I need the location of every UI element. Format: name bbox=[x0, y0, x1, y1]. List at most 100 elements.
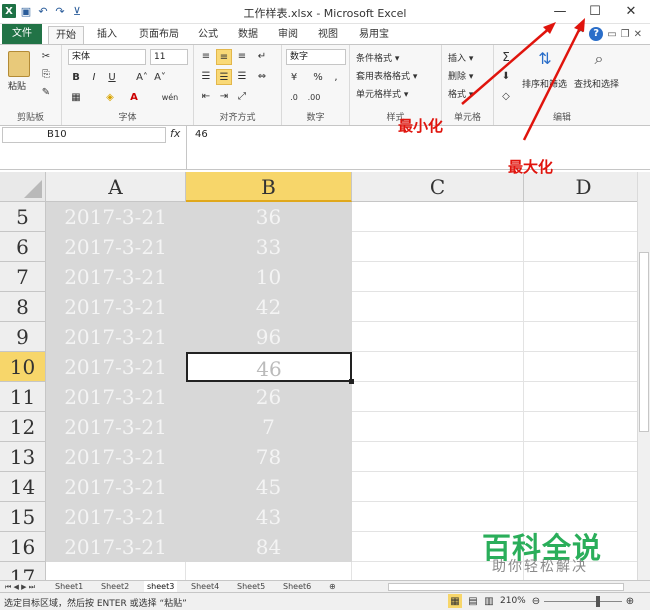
cell-c[interactable] bbox=[352, 232, 524, 262]
close-button[interactable]: ✕ bbox=[617, 3, 645, 21]
cell-c[interactable] bbox=[352, 442, 524, 472]
tab-file[interactable]: 文件 bbox=[2, 24, 42, 44]
cell-a[interactable]: 2017-3-21 bbox=[46, 382, 186, 412]
cell-d[interactable] bbox=[524, 352, 637, 382]
cell-c[interactable] bbox=[352, 472, 524, 502]
delete-button[interactable]: 删除 ▾ bbox=[448, 69, 473, 82]
increase-decimal-icon[interactable]: .0 bbox=[286, 90, 302, 106]
normal-view-icon[interactable]: ▦ bbox=[448, 594, 462, 608]
cell-b[interactable]: 84 bbox=[186, 532, 352, 562]
zoom-slider[interactable] bbox=[544, 601, 622, 602]
page-layout-view-icon[interactable]: ▤ bbox=[466, 594, 480, 608]
column-header-b[interactable]: B bbox=[186, 172, 352, 202]
font-name-select[interactable]: 宋体 bbox=[68, 49, 146, 65]
font-size-select[interactable]: 11 bbox=[150, 49, 188, 65]
vertical-scrollbar[interactable] bbox=[637, 172, 650, 580]
tab-home[interactable]: 开始 bbox=[48, 26, 84, 45]
align-right-icon[interactable]: ☰ bbox=[234, 69, 250, 85]
row-header[interactable]: 5 bbox=[0, 202, 46, 232]
fill-icon[interactable]: ⬇ bbox=[498, 69, 514, 85]
paste-button[interactable]: 粘贴 bbox=[8, 79, 26, 92]
shrink-font-button[interactable]: A˅ bbox=[152, 70, 168, 86]
cell-a[interactable]: 2017-3-21 bbox=[46, 502, 186, 532]
customize-icon[interactable]: ⊻ bbox=[70, 4, 84, 18]
cell-c[interactable] bbox=[352, 202, 524, 232]
decrease-indent-icon[interactable]: ⇤ bbox=[198, 89, 214, 105]
orientation-icon[interactable]: ⤢ bbox=[234, 89, 250, 105]
column-header-a[interactable]: A bbox=[46, 172, 186, 202]
cell-a[interactable]: 2017-3-21 bbox=[46, 202, 186, 232]
tab-formulas[interactable]: 公式 bbox=[192, 26, 224, 44]
autosum-button[interactable]: Σ bbox=[498, 49, 514, 65]
tab-page-layout[interactable]: 页面布局 bbox=[130, 26, 188, 44]
bold-button[interactable]: B bbox=[68, 70, 84, 86]
zoom-level[interactable]: 210% bbox=[500, 596, 526, 606]
cell-d[interactable] bbox=[524, 382, 637, 412]
cell-d[interactable] bbox=[524, 292, 637, 322]
cell-c[interactable] bbox=[352, 292, 524, 322]
scroll-thumb[interactable] bbox=[639, 252, 649, 432]
fill-color-icon[interactable]: ◈ bbox=[102, 90, 118, 106]
cut-icon[interactable]: ✂ bbox=[38, 49, 54, 65]
row-header[interactable]: 9 bbox=[0, 322, 46, 352]
cell-b[interactable]: 45 bbox=[186, 472, 352, 502]
align-bottom-icon[interactable]: ≡ bbox=[234, 49, 250, 65]
help-icon[interactable]: ? bbox=[589, 27, 604, 41]
tab-view[interactable]: 视图 bbox=[312, 26, 344, 44]
align-top-icon[interactable]: ≡ bbox=[198, 49, 214, 65]
fill-handle[interactable] bbox=[349, 379, 354, 384]
cell-c[interactable] bbox=[352, 352, 524, 382]
comma-button[interactable]: , bbox=[328, 70, 344, 86]
horizontal-scrollbar[interactable] bbox=[388, 583, 624, 591]
workbook-restore-icon[interactable]: ❐ bbox=[621, 29, 630, 40]
cell-d[interactable] bbox=[524, 442, 637, 472]
cell-styles-button[interactable]: 单元格样式 ▾ bbox=[356, 87, 408, 100]
cell-c[interactable] bbox=[352, 262, 524, 292]
italic-button[interactable]: I bbox=[86, 70, 102, 86]
cell-b[interactable]: 78 bbox=[186, 442, 352, 472]
cell-b[interactable]: 96 bbox=[186, 322, 352, 352]
format-button[interactable]: 格式 ▾ bbox=[448, 87, 473, 100]
redo-icon[interactable]: ↷ bbox=[53, 4, 67, 18]
column-header-c[interactable]: C bbox=[352, 172, 524, 202]
format-as-table-button[interactable]: 套用表格格式 ▾ bbox=[356, 69, 417, 82]
maximize-button[interactable]: ☐ bbox=[581, 3, 609, 21]
select-all-corner[interactable] bbox=[0, 172, 46, 202]
increase-indent-icon[interactable]: ⇥ bbox=[216, 89, 232, 105]
cell-b[interactable]: 33 bbox=[186, 232, 352, 262]
row-header[interactable]: 10 bbox=[0, 352, 46, 382]
row-header[interactable]: 14 bbox=[0, 472, 46, 502]
minimize-button[interactable]: — bbox=[546, 3, 574, 21]
font-color-button[interactable]: A bbox=[126, 90, 142, 106]
grow-font-button[interactable]: A˄ bbox=[134, 70, 150, 86]
cell-a[interactable]: 2017-3-21 bbox=[46, 292, 186, 322]
row-header[interactable]: 6 bbox=[0, 232, 46, 262]
row-header[interactable]: 17 bbox=[0, 562, 46, 580]
cell-c[interactable] bbox=[352, 382, 524, 412]
zoom-out-icon[interactable]: ⊖ bbox=[530, 594, 542, 608]
cell-d[interactable] bbox=[524, 472, 637, 502]
cell-a[interactable]: 2017-3-21 bbox=[46, 262, 186, 292]
page-break-view-icon[interactable]: ▥ bbox=[482, 594, 496, 608]
tab-yiyongbao[interactable]: 易用宝 bbox=[354, 26, 394, 44]
cell-a[interactable]: 2017-3-21 bbox=[46, 412, 186, 442]
cell-b[interactable]: 26 bbox=[186, 382, 352, 412]
clear-icon[interactable]: ◇ bbox=[498, 89, 514, 105]
zoom-in-icon[interactable]: ⊕ bbox=[624, 594, 636, 608]
align-left-icon[interactable]: ☰ bbox=[198, 69, 214, 85]
row-header[interactable]: 13 bbox=[0, 442, 46, 472]
collapse-ribbon-icon[interactable]: ⌃ bbox=[577, 29, 585, 40]
save-icon[interactable]: ▣ bbox=[19, 4, 33, 18]
fx-icon[interactable]: fx bbox=[170, 127, 180, 140]
cell-b[interactable] bbox=[186, 562, 352, 580]
cell-d[interactable] bbox=[524, 322, 637, 352]
phonetic-button[interactable]: wén bbox=[158, 90, 182, 106]
cell-b[interactable]: 36 bbox=[186, 202, 352, 232]
tab-data[interactable]: 数据 bbox=[232, 26, 264, 44]
row-header[interactable]: 8 bbox=[0, 292, 46, 322]
cell-a[interactable]: 2017-3-21 bbox=[46, 532, 186, 562]
cell-c[interactable] bbox=[352, 412, 524, 442]
cell-d[interactable] bbox=[524, 202, 637, 232]
cell-a[interactable]: 2017-3-21 bbox=[46, 352, 186, 382]
underline-button[interactable]: U bbox=[104, 70, 120, 86]
